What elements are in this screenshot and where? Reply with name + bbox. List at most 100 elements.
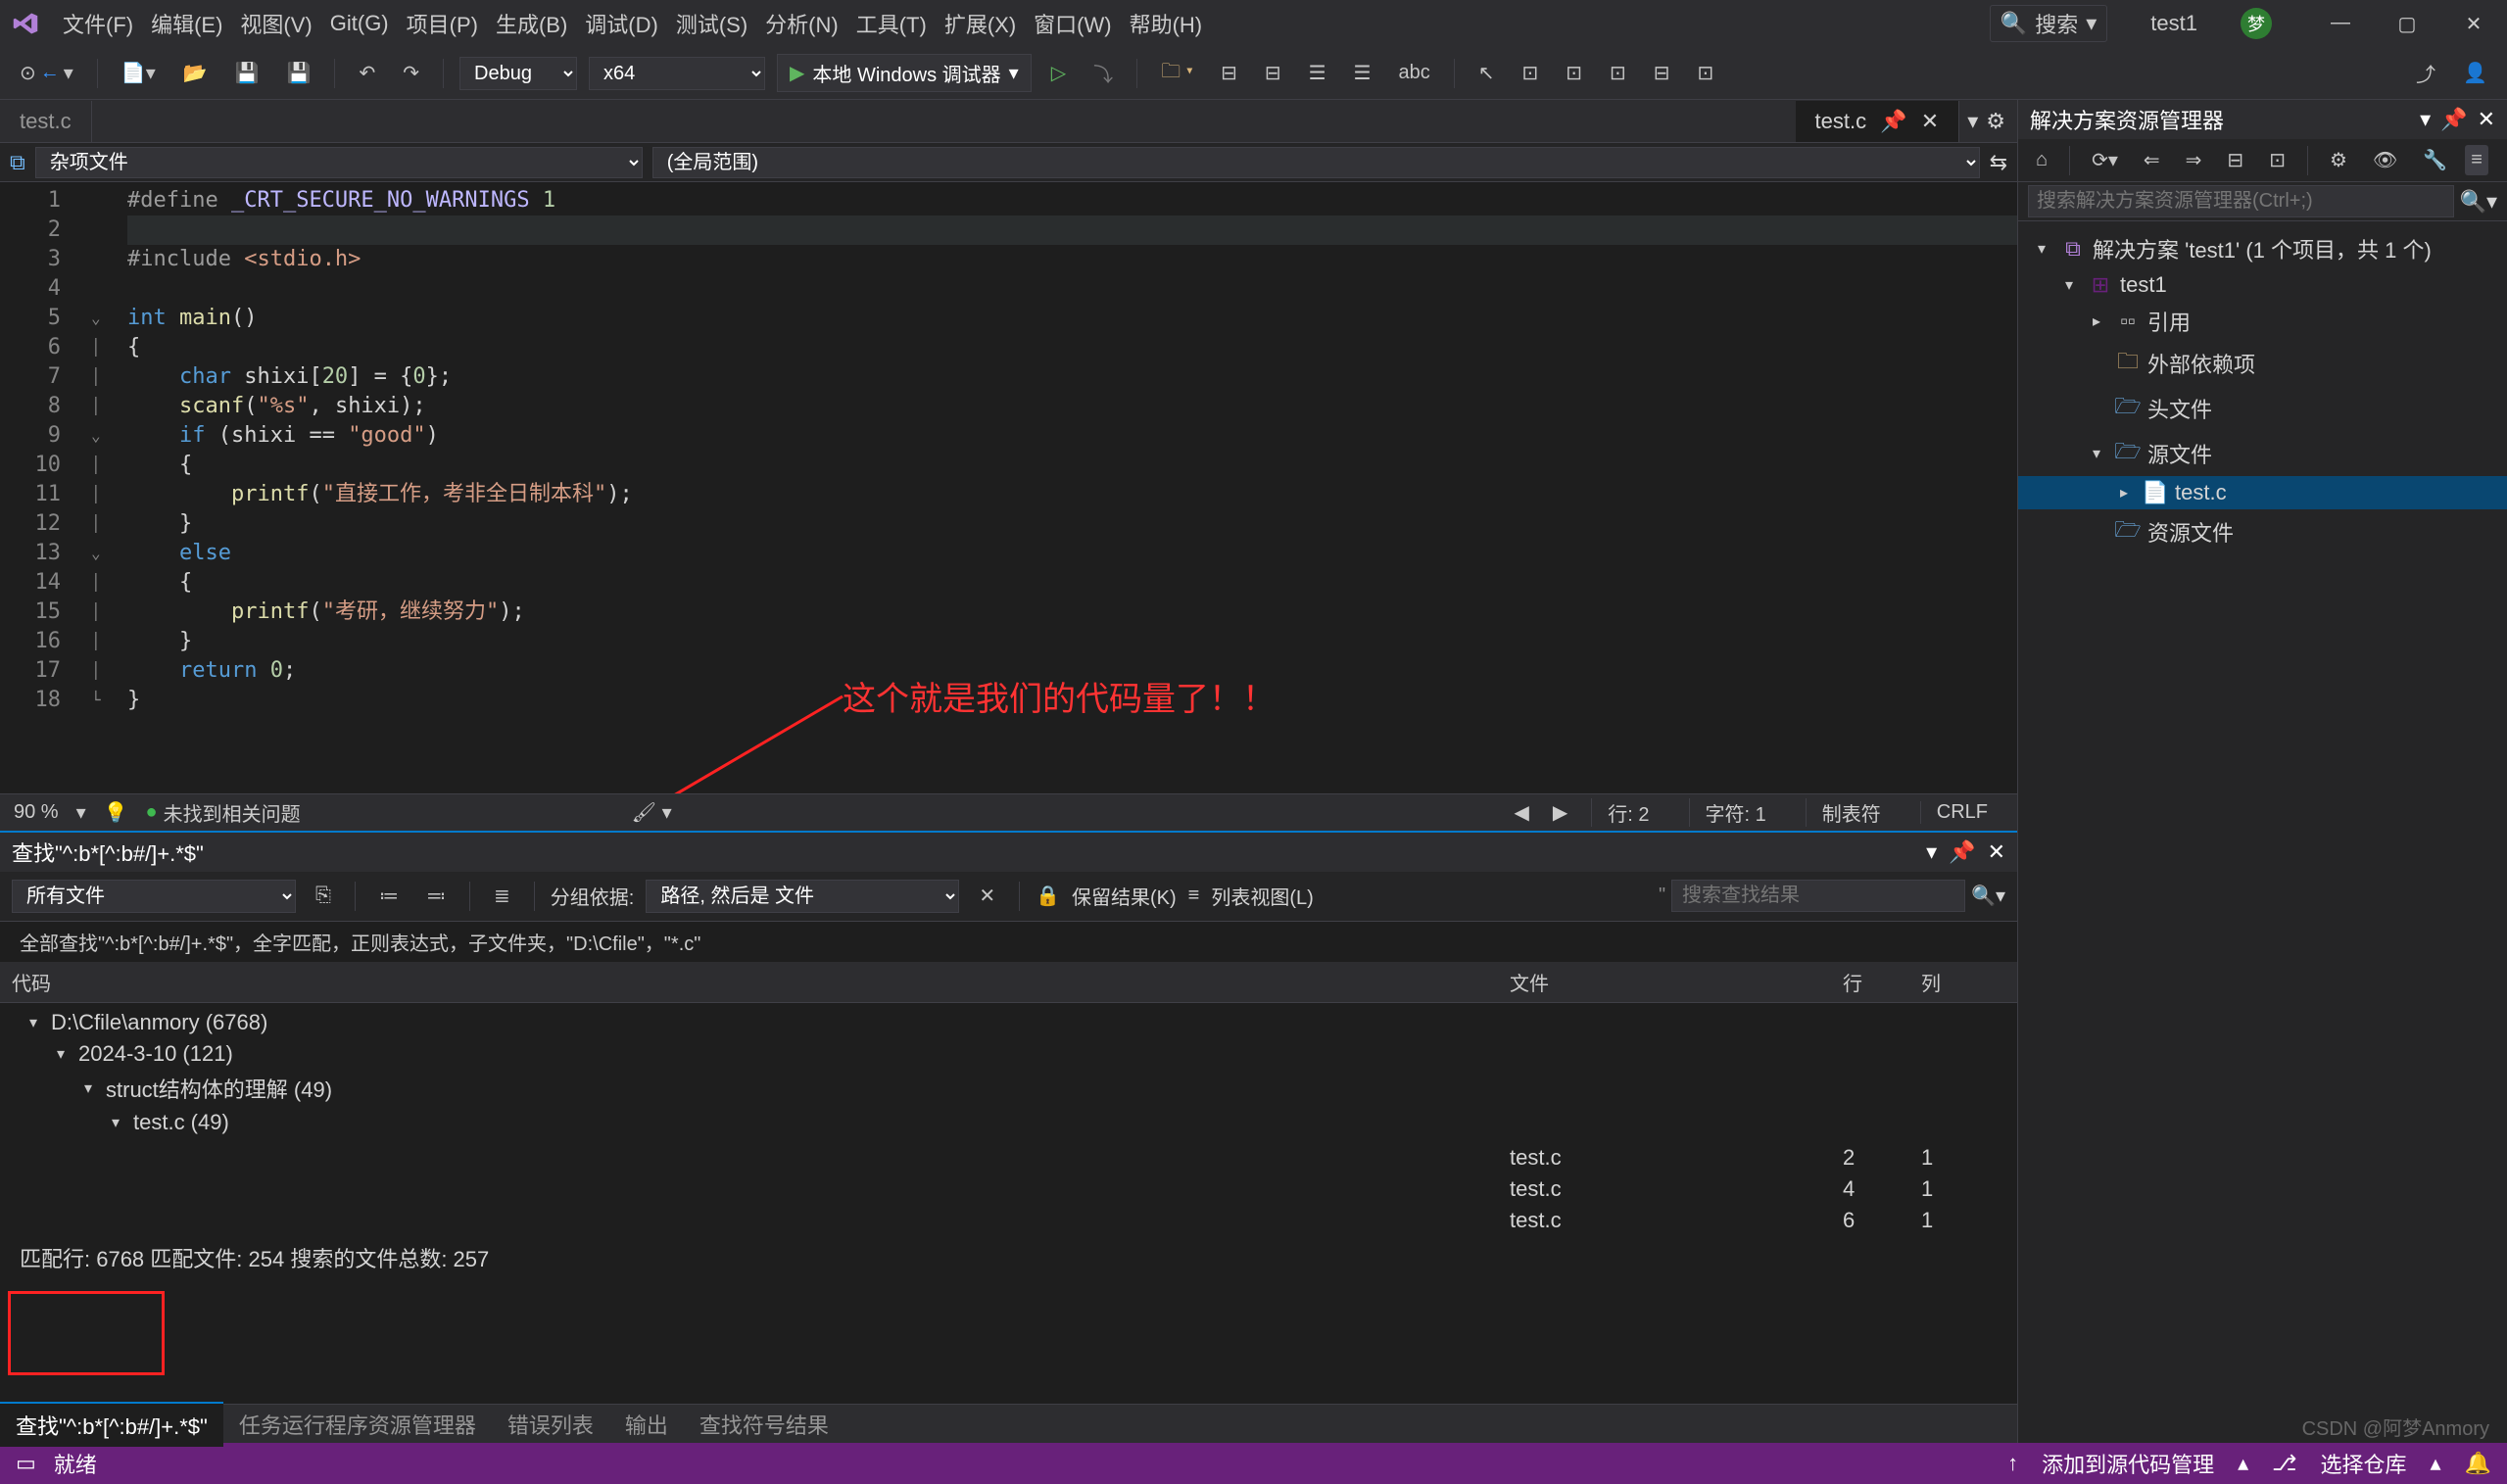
panel-close-icon[interactable]: ✕ — [1988, 839, 2005, 865]
group-select[interactable]: 路径, 然后是 文件 — [646, 880, 959, 913]
menu-item[interactable]: 调试(D) — [585, 8, 658, 39]
find-result-row[interactable]: test.c41 — [0, 1173, 2017, 1205]
col-code[interactable]: 代码 — [0, 968, 1498, 996]
properties-icon[interactable]: ⚙ — [2322, 145, 2355, 175]
menu-item[interactable]: 扩展(X) — [944, 8, 1016, 39]
tb-icon-a[interactable]: ⊡ — [1514, 58, 1546, 88]
find-tree-node[interactable]: ▾D:\Cfile\anmory (6768) — [0, 1007, 2017, 1038]
lightbulb-icon[interactable]: 💡 — [104, 800, 128, 825]
search-icon[interactable]: 🔍▾ — [2460, 189, 2497, 215]
avatar[interactable]: 梦 — [2241, 8, 2272, 39]
save-all-button[interactable]: 💾 — [279, 58, 319, 88]
open-button[interactable]: 📂 — [175, 58, 216, 88]
nav-back-button[interactable]: ⊙ ← ▾ — [12, 58, 81, 88]
col-col[interactable]: 列 — [1909, 968, 1988, 996]
preview-icon[interactable]: 👁 — [2365, 145, 2405, 175]
clear-icon[interactable]: ≣ — [486, 881, 518, 911]
brush-icon[interactable]: 🖌 ▾ — [632, 800, 672, 825]
redo-button[interactable]: ↷ — [395, 58, 427, 88]
find-result-row[interactable]: test.c21 — [0, 1142, 2017, 1173]
uncomment-button[interactable]: ☰ — [1346, 58, 1379, 88]
hscroll-right[interactable]: ▶ — [1553, 800, 1567, 825]
menu-item[interactable]: 分析(N) — [765, 8, 839, 39]
bottom-tab[interactable]: 任务运行程序资源管理器 — [223, 1408, 492, 1444]
live-share-icon[interactable]: 👤 — [2455, 56, 2495, 90]
scope-select-left[interactable]: 杂项文件 — [35, 147, 643, 178]
toggle-button-2[interactable]: ⊟ — [1257, 58, 1289, 88]
menu-item[interactable]: 测试(S) — [676, 8, 747, 39]
fold-column[interactable]: ⌄│││⌄│││⌄││││└ — [91, 186, 101, 715]
scm-button[interactable]: 添加到源代码管理 — [2042, 1448, 2214, 1479]
minimize-button[interactable]: — — [2319, 12, 2362, 36]
find-tree-node[interactable]: ▾struct结构体的理解 (49) — [0, 1070, 2017, 1107]
indent-mode[interactable]: 制表符 — [1806, 798, 1897, 827]
se-node[interactable]: ▾🗁源文件 — [2018, 431, 2507, 476]
bottom-tab[interactable]: 输出 — [609, 1408, 684, 1444]
collapse-icon[interactable]: ⊟ — [2219, 145, 2251, 175]
filter-icon[interactable]: ≡ — [2465, 145, 2488, 175]
prev-result-icon[interactable]: ≔ — [371, 881, 407, 911]
toggle-button-1[interactable]: ⊟ — [1213, 58, 1245, 88]
se-node[interactable]: ▸▫▫引用 — [2018, 302, 2507, 341]
pin-icon[interactable]: 📌 — [1880, 109, 1906, 133]
close-button[interactable]: ✕ — [2452, 12, 2495, 36]
config-select[interactable]: Debug — [459, 57, 577, 90]
run-no-debug-button[interactable]: ▷ — [1043, 58, 1074, 88]
forward-tree-icon[interactable]: ⇒ — [2178, 145, 2210, 175]
hscroll-left[interactable]: ◀ — [1514, 800, 1528, 825]
find-filter-select[interactable]: 所有文件 — [12, 880, 296, 913]
menu-item[interactable]: 编辑(E) — [151, 8, 222, 39]
se-node[interactable]: 🗁头文件 — [2018, 386, 2507, 431]
menu-item[interactable]: 帮助(H) — [1130, 8, 1203, 39]
find-result-row[interactable]: test.c61 — [0, 1205, 2017, 1236]
se-node[interactable]: 🗁资源文件 — [2018, 509, 2507, 554]
se-node[interactable]: 🗀外部依赖项 — [2018, 341, 2507, 386]
tb-icon-b[interactable]: ⊡ — [1558, 58, 1590, 88]
step-button[interactable]: ⤵ — [1085, 56, 1121, 90]
se-search-input[interactable] — [2028, 185, 2454, 217]
dropdown-icon[interactable]: ▾ — [1926, 839, 1937, 865]
repo-button[interactable]: 选择仓库 — [2321, 1448, 2407, 1479]
platform-select[interactable]: x64 — [589, 57, 765, 90]
find-tree-node[interactable]: ▾2024-3-10 (121) — [0, 1038, 2017, 1070]
home-icon[interactable]: ⌂ — [2028, 146, 2055, 174]
sync-icon[interactable]: ⇆ — [1990, 150, 2007, 175]
find-tree-node[interactable]: ▾test.c (49) — [0, 1107, 2017, 1138]
menu-item[interactable]: 生成(B) — [496, 8, 567, 39]
zoom-level[interactable]: 90 % — [14, 801, 59, 824]
col-line[interactable]: 行 — [1831, 968, 1909, 996]
se-tree[interactable]: ▾⧉解决方案 'test1' (1 个项目，共 1 个)▾⊞test1▸▫▫引用… — [2018, 221, 2507, 562]
menu-item[interactable]: 项目(P) — [407, 8, 478, 39]
undo-button[interactable]: ↶ — [351, 58, 383, 88]
tab-inactive[interactable]: test.c — [0, 101, 92, 142]
menu-item[interactable]: Git(G) — [330, 11, 389, 36]
back-tree-icon[interactable]: ⇐ — [2136, 145, 2168, 175]
comment-button[interactable]: ☰ — [1301, 58, 1334, 88]
tab-active[interactable]: test.c 📌 ✕ — [1796, 101, 1960, 142]
new-file-button[interactable]: 📄▾ — [114, 58, 164, 88]
bell-icon[interactable]: 🔔 — [2465, 1451, 2491, 1476]
menu-item[interactable]: 窗口(W) — [1034, 8, 1111, 39]
issues-status[interactable]: 未找到相关问题 — [164, 798, 301, 827]
global-search[interactable]: 🔍 搜索 ▾ — [1990, 5, 2107, 42]
cursor-icon[interactable]: ↖ — [1470, 58, 1503, 88]
bottom-tab-active[interactable]: 查找"^:b*[^:b#/]+.*$" — [0, 1402, 223, 1447]
gear-icon[interactable]: ⚙ — [1986, 109, 2005, 134]
panel-close-icon[interactable]: ✕ — [2478, 107, 2495, 132]
dropdown-icon[interactable]: ▾ — [2420, 107, 2431, 132]
eol-mode[interactable]: CRLF — [1920, 801, 2003, 824]
wrench-icon[interactable]: 🔧 — [2415, 145, 2455, 175]
tab-close-icon[interactable]: ✕ — [1921, 109, 1939, 133]
search-icon[interactable]: 🔍▾ — [1971, 884, 2005, 908]
se-node[interactable]: ▸📄test.c — [2018, 476, 2507, 509]
bottom-tab[interactable]: 查找符号结果 — [684, 1408, 844, 1444]
tb-icon-e[interactable]: ⊡ — [1690, 58, 1722, 88]
find-results-search[interactable] — [1671, 880, 1965, 912]
bottom-tab[interactable]: 错误列表 — [492, 1408, 609, 1444]
list-view[interactable]: 列表视图(L) — [1211, 882, 1313, 910]
folder-icon[interactable]: 🗀 ▾ — [1153, 54, 1201, 93]
maximize-button[interactable]: ▢ — [2386, 12, 2429, 36]
copy-icon[interactable]: ⎘ — [308, 882, 339, 910]
scope-select-right[interactable]: (全局范围) — [652, 147, 1980, 178]
tb-icon-c[interactable]: ⊡ — [1602, 58, 1634, 88]
